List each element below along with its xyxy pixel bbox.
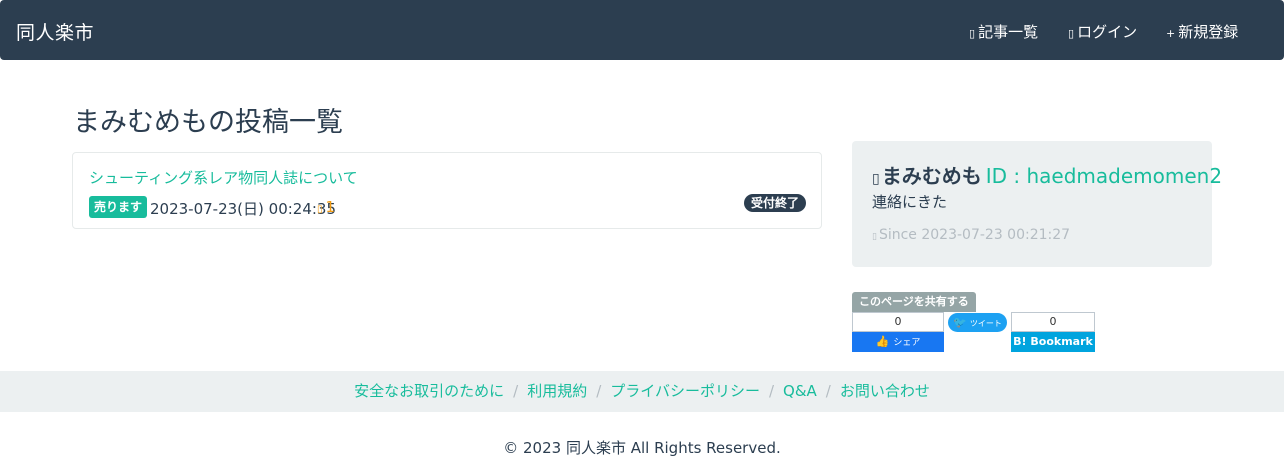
profile-name: ▯ まみむめも bbox=[872, 164, 982, 188]
list-icon: ▯ bbox=[969, 27, 976, 40]
thumbs-up-icon: 👍 bbox=[875, 335, 890, 348]
post-datetime: 2023-07-23(日) 00:24:35 bbox=[150, 200, 337, 218]
footer-separator: / bbox=[768, 382, 775, 400]
profile-panel: ▯ まみむめも ID : haedmademomen2 連絡にきた ▯ Since 2… bbox=[852, 141, 1222, 267]
profile-message: 連絡にきた bbox=[872, 193, 948, 211]
profile-id: ID : haedmademomen2 bbox=[985, 164, 1223, 188]
footer-separator: / bbox=[513, 382, 519, 400]
footer-links: 安全なお取引のために / 利用規約 / プライバシーポリシー / Q&A / お問い合わせ bbox=[0, 371, 1284, 412]
footer-separator: / bbox=[825, 382, 831, 400]
twitter-share-label: ツイート bbox=[969, 319, 1002, 328]
nav-register-label: 新規登録 bbox=[1178, 23, 1239, 41]
footer-link-terms[interactable]: 利用規約 bbox=[527, 382, 587, 400]
share-label: このページを共有する bbox=[852, 292, 976, 312]
copyright: © 2023 同人楽市 All Rights Reserved. bbox=[503, 439, 781, 457]
hatena-bookmark-button[interactable]: 0 B! Bookmark bbox=[1011, 312, 1095, 352]
status-badge: 受付終了 bbox=[743, 194, 806, 212]
footer-separator: / bbox=[596, 382, 602, 400]
footer-link-qa[interactable]: Q&A bbox=[783, 382, 817, 400]
nav-register-link[interactable]: + 新規登録 bbox=[1166, 21, 1238, 42]
footer-link-safety[interactable]: 安全なお取引のために bbox=[354, 382, 504, 400]
footer-link-privacy[interactable]: プライバシーポリシー bbox=[610, 382, 760, 400]
hatena-bookmark-count: 0 bbox=[1011, 312, 1095, 332]
profile-name-text: まみむめも bbox=[881, 164, 982, 188]
profile-since-text: Since 2023-07-23 00:21:27 bbox=[878, 227, 1071, 243]
footer-link-contact[interactable]: お問い合わせ bbox=[840, 382, 930, 400]
nav-login-label: ログイン bbox=[1077, 23, 1138, 41]
twitter-share-button[interactable]: 🐦 ツイート bbox=[948, 313, 1007, 332]
post-title-link[interactable]: シューティング系レア物同人誌について bbox=[89, 167, 358, 188]
post-card: シューティング系レア物同人誌について 売ります 2023-07-23(日) 00… bbox=[72, 152, 822, 229]
facebook-share-button[interactable]: 0 👍 シェア bbox=[852, 312, 944, 352]
plus-icon: + bbox=[1166, 27, 1176, 40]
facebook-share-text: シェア bbox=[893, 338, 921, 348]
twitter-bird-icon: 🐦 bbox=[953, 316, 967, 329]
nav-articles-label: 記事一覧 bbox=[978, 23, 1039, 41]
login-icon: ▯ bbox=[1068, 27, 1075, 40]
clock-icon: ▯ bbox=[872, 232, 877, 242]
sell-badge: 売ります bbox=[89, 196, 148, 218]
profile-heading: ▯ まみむめも ID : haedmademomen2 bbox=[872, 160, 1222, 189]
hatena-bookmark-label: B! Bookmark bbox=[1011, 332, 1095, 352]
profile-since: ▯ Since 2023-07-23 00:21:27 bbox=[872, 227, 1070, 243]
facebook-share-count: 0 bbox=[852, 312, 944, 332]
nav-articles-link[interactable]: ▯ 記事一覧 bbox=[969, 21, 1038, 42]
user-icon: ▯ bbox=[872, 171, 880, 187]
heart-icon: ▯ bbox=[317, 204, 323, 215]
top-navbar: 同人楽市 ▯ 記事一覧 ▯ ログイン + 新規登録 bbox=[0, 0, 1284, 60]
page-title: まみむめもの投稿一覧 bbox=[73, 107, 343, 138]
post-likes: ▯ 1 bbox=[317, 198, 335, 216]
like-count: 1 bbox=[325, 198, 336, 216]
facebook-share-label: 👍 シェア bbox=[852, 332, 944, 352]
site-brand[interactable]: 同人楽市 bbox=[16, 18, 94, 45]
nav-login-link[interactable]: ▯ ログイン bbox=[1068, 21, 1137, 42]
